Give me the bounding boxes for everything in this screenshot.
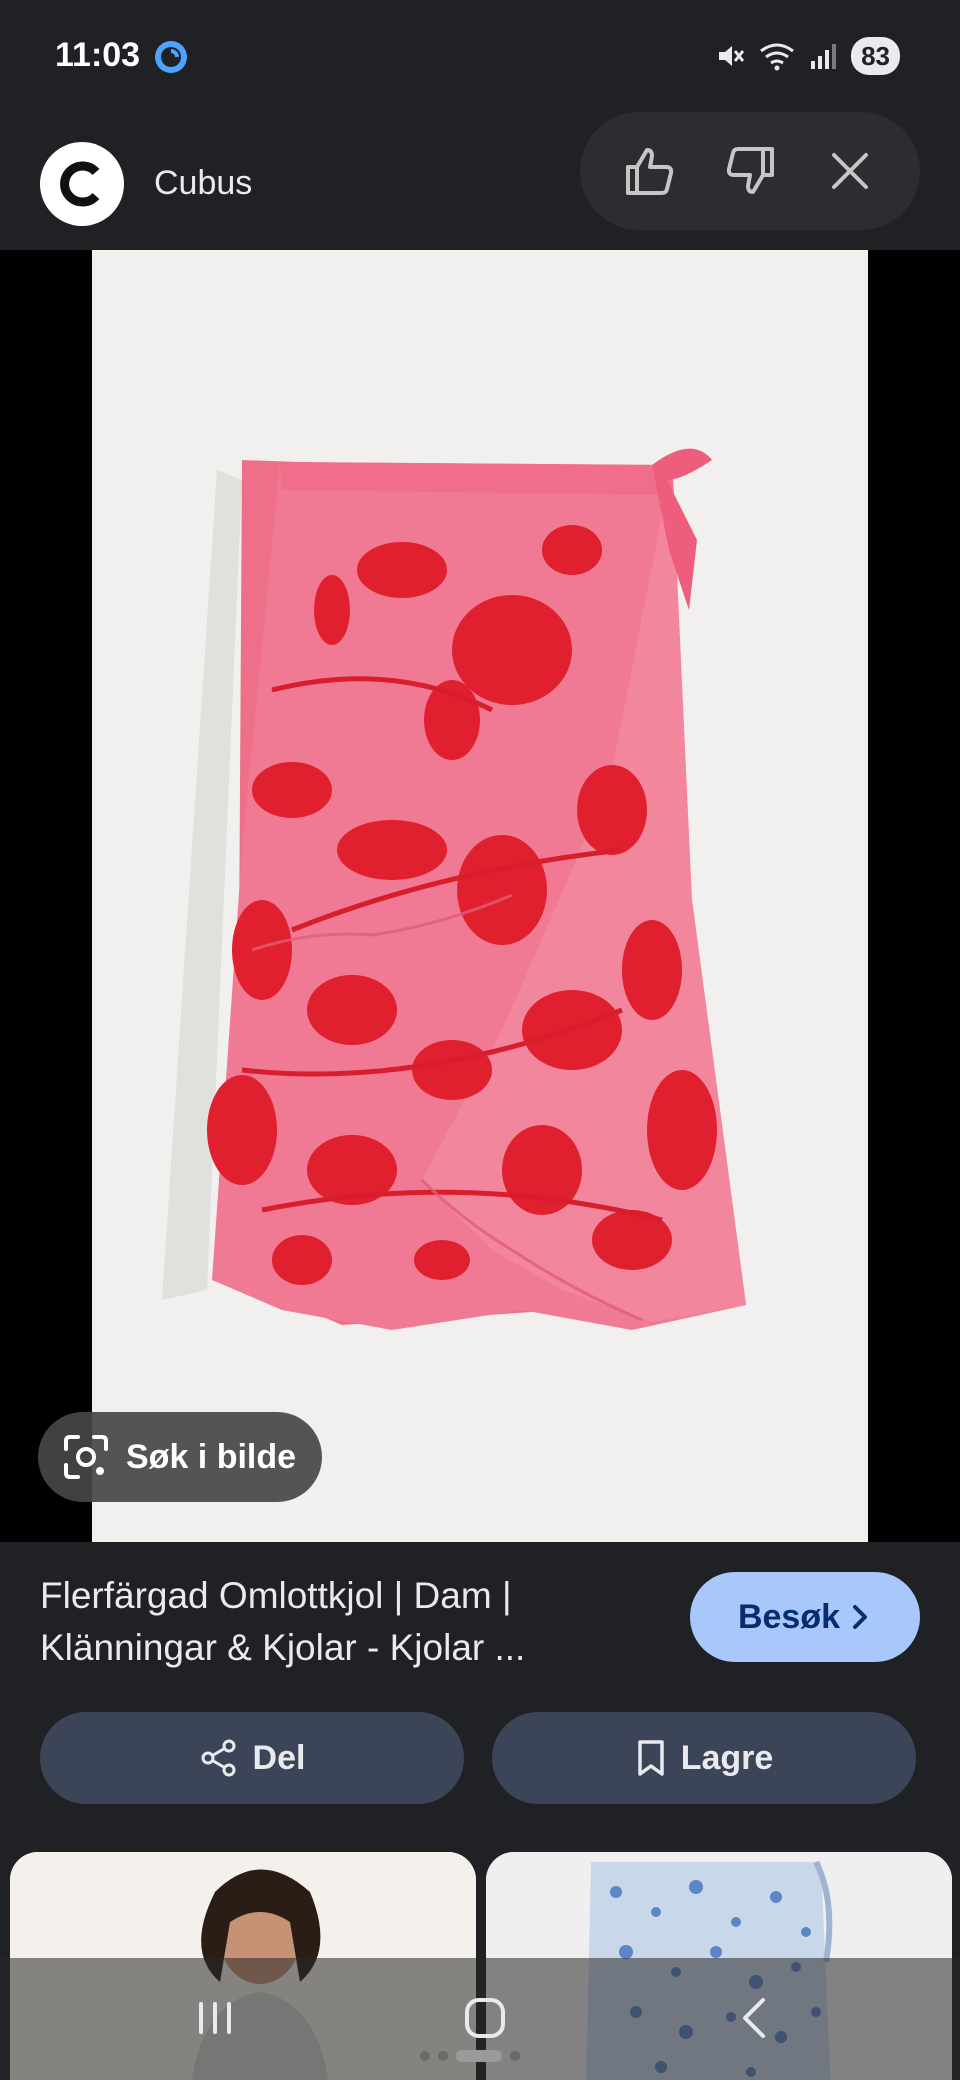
site-logo[interactable]	[40, 142, 124, 226]
back-icon	[743, 1998, 765, 2038]
battery-indicator: 83	[851, 37, 900, 75]
page-dot-active	[456, 2050, 502, 2062]
site-name[interactable]: Cubus	[154, 164, 252, 203]
save-label: Lagre	[680, 1738, 774, 1777]
status-time: 11:03	[55, 36, 141, 74]
bookmark-icon	[637, 1740, 664, 1776]
wifi-icon	[760, 43, 794, 71]
visit-button[interactable]: Besøk	[690, 1572, 920, 1662]
search-in-image-button[interactable]: Søk i bilde	[38, 1412, 322, 1502]
chevron-right-icon	[853, 1605, 868, 1629]
status-bar: 11:03 83	[0, 0, 960, 112]
page-dot	[510, 2051, 520, 2061]
save-button[interactable]: Lagre	[492, 1712, 916, 1804]
image-viewer: Søk i bilde	[0, 250, 960, 1542]
search-in-image-label: Søk i bilde	[126, 1437, 297, 1476]
thumbs-down-icon	[726, 147, 774, 194]
visit-label: Besøk	[737, 1597, 841, 1636]
thumbs-down-button[interactable]	[714, 135, 786, 207]
product-image[interactable]	[92, 250, 868, 1542]
app-notification-icon	[155, 41, 187, 73]
signal-icon	[811, 44, 837, 69]
share-button[interactable]: Del	[40, 1712, 464, 1804]
back-button[interactable]	[720, 1988, 790, 2048]
wrap-skirt-illustration	[162, 448, 746, 1330]
thumbs-up-button[interactable]	[614, 135, 686, 207]
recent-apps-icon	[199, 2002, 231, 2034]
feedback-toolbar	[580, 112, 920, 230]
result-header: Cubus	[0, 112, 960, 250]
home-icon	[465, 1998, 505, 2038]
system-navigation-bar	[0, 1958, 960, 2080]
home-button[interactable]	[450, 1988, 520, 2048]
page-indicator	[420, 2050, 520, 2062]
lens-icon	[64, 1435, 108, 1479]
thumbs-up-icon	[626, 148, 674, 195]
close-icon	[832, 153, 868, 189]
page-dot	[438, 2051, 448, 2061]
page-dot	[420, 2051, 430, 2061]
share-label: Del	[252, 1738, 306, 1777]
recent-apps-button[interactable]	[180, 1988, 250, 2048]
cubus-logo-icon	[60, 161, 100, 207]
status-indicators: 83	[715, 36, 900, 76]
share-icon	[201, 1739, 236, 1777]
close-button[interactable]	[814, 135, 886, 207]
mute-icon	[719, 46, 745, 66]
result-title[interactable]: Flerfärgad Omlottkjol | Dam | Klänningar…	[40, 1570, 640, 1674]
